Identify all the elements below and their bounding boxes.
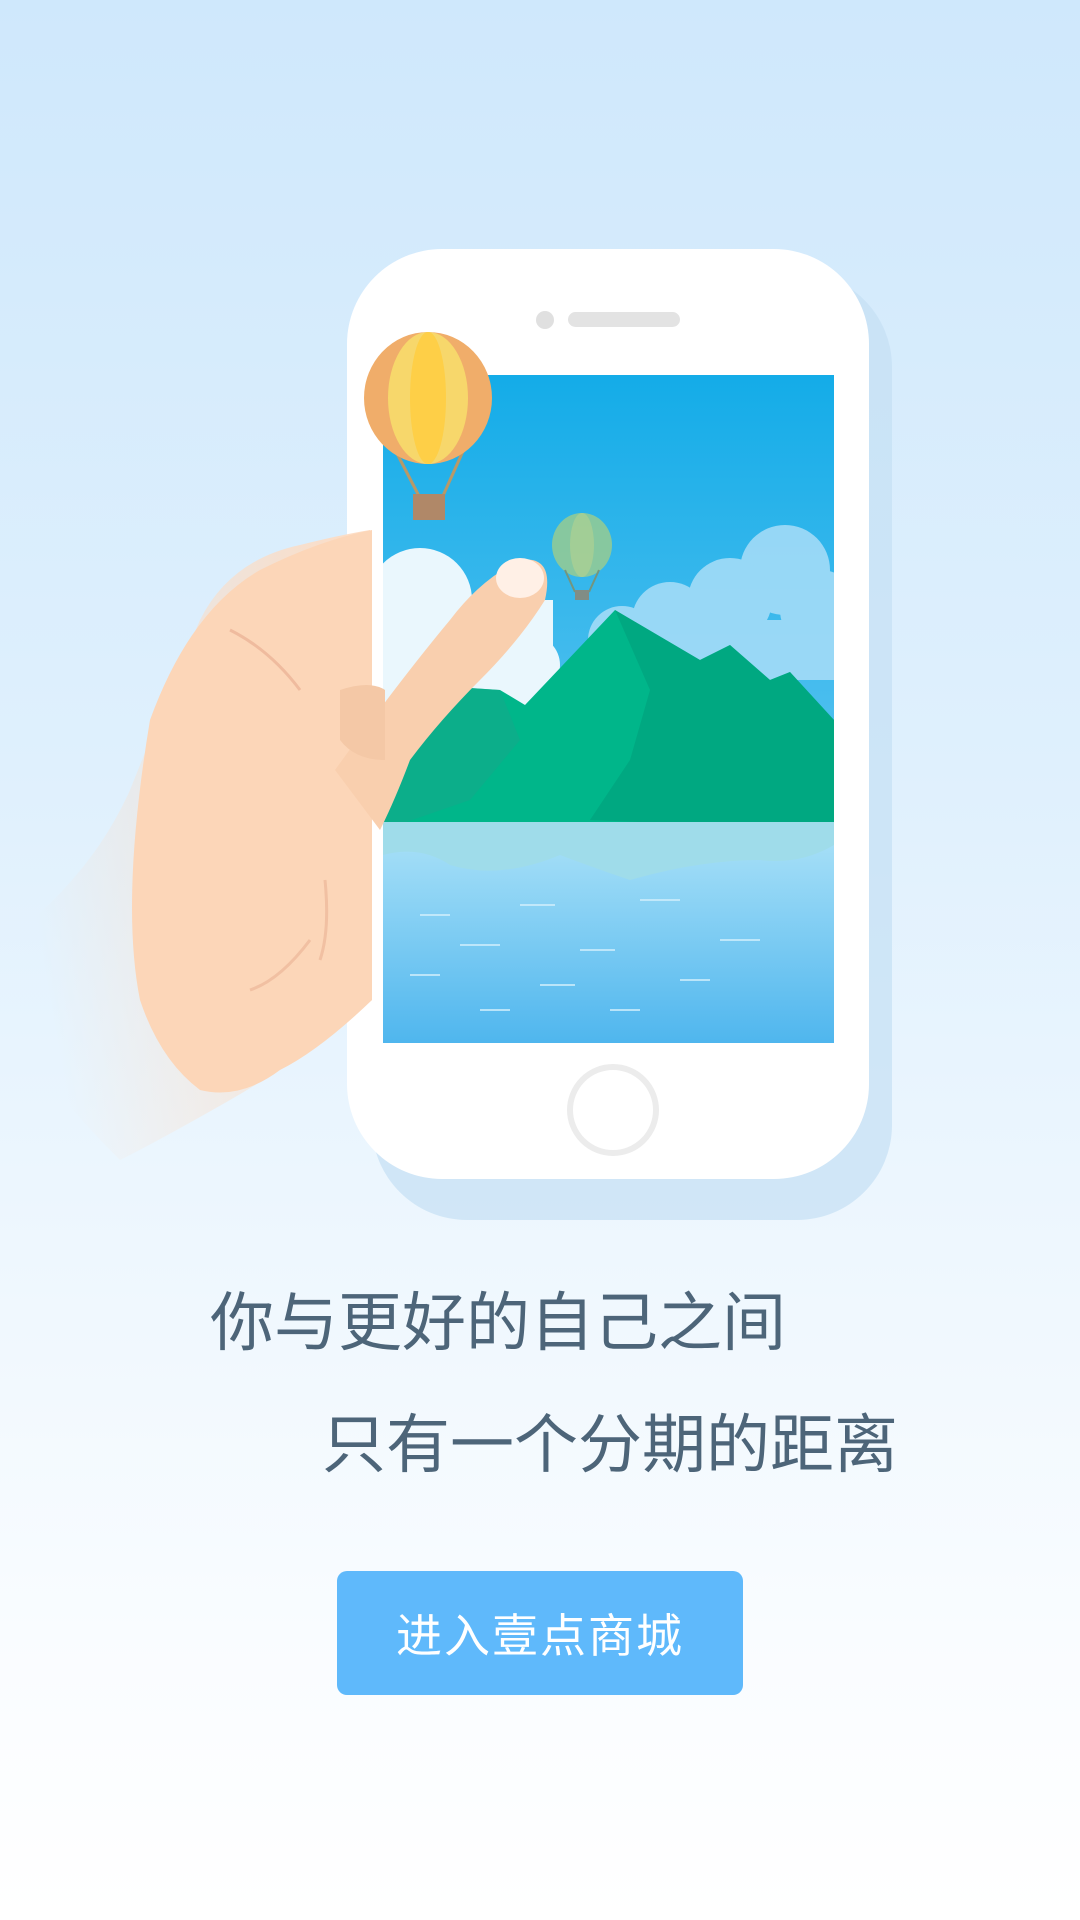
hand-holding-phone-illustration [0, 249, 892, 1220]
splash-screen: 你与更好的自己之间 只有一个分期的距离 进入壹点商城 [0, 0, 1080, 1920]
headline-line-1: 你与更好的自己之间 [210, 1287, 786, 1361]
headline-line-2: 只有一个分期的距离 [322, 1409, 898, 1483]
speaker-icon [568, 312, 680, 327]
enter-mall-button[interactable]: 进入壹点商城 [337, 1571, 743, 1695]
camera-icon [536, 311, 554, 329]
